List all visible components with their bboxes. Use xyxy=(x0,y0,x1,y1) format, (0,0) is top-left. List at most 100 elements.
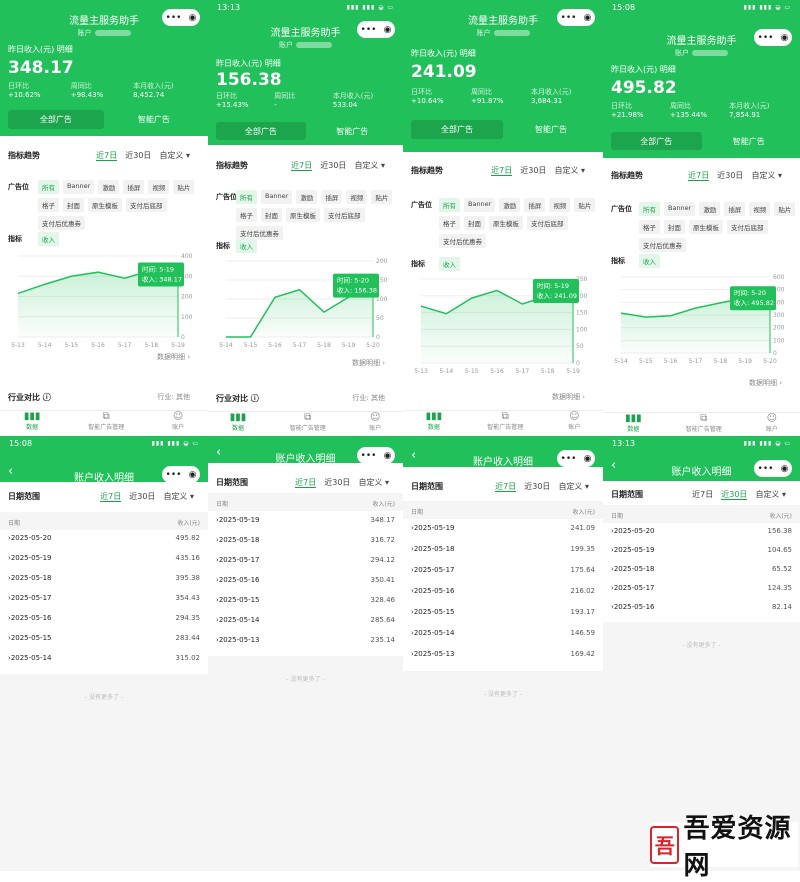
income-row[interactable]: › 2025-05-17 124.35 xyxy=(603,581,800,595)
capsule-menu[interactable]: ••• ◉ xyxy=(162,9,200,26)
placement-chip[interactable]: 支付后底部 xyxy=(126,198,167,212)
placement-chip[interactable]: 支付后优惠券 xyxy=(439,234,486,248)
close-target-icon[interactable]: ◉ xyxy=(384,25,392,35)
income-row[interactable]: › 2025-05-19 104.65 xyxy=(603,543,800,557)
placement-chip[interactable]: 所有 xyxy=(639,202,660,216)
detail-link[interactable]: 明细 xyxy=(460,49,476,58)
placement-chip[interactable]: 原生模板 xyxy=(689,220,723,234)
income-row[interactable]: › 2025-05-15 328.46 xyxy=(208,593,403,607)
range-7d-tab[interactable]: 近7日 xyxy=(495,482,517,492)
range-7d-tab[interactable]: 近7日 xyxy=(295,478,317,488)
range-30d-tab[interactable]: 近30日 xyxy=(324,478,350,487)
placement-chip[interactable]: 插屏 xyxy=(123,180,145,194)
tab-data[interactable]: ▮▮▮ 数据 xyxy=(24,411,41,436)
range-custom-dropdown[interactable]: 自定义 ▾ xyxy=(755,490,786,499)
range-30d-tab[interactable]: 近30日 xyxy=(520,166,546,175)
placement-chip[interactable]: 封面 xyxy=(664,220,685,234)
placement-chip[interactable]: 封面 xyxy=(63,198,84,212)
more-dots-icon[interactable]: ••• xyxy=(561,13,577,23)
range-custom-dropdown[interactable]: 自定义 ▾ xyxy=(163,492,194,501)
placement-chip[interactable]: 视频 xyxy=(749,202,771,216)
industry-value[interactable]: 行业: 其他 xyxy=(157,392,190,402)
tab-data[interactable]: ▮▮▮ 数据 xyxy=(230,412,247,436)
income-row[interactable]: › 2025-05-14 315.02 xyxy=(0,651,208,665)
income-row[interactable]: › 2025-05-15 193.17 xyxy=(403,605,603,619)
tab-data[interactable]: ▮▮▮ 数据 xyxy=(625,413,642,436)
placement-chip[interactable]: 贴片 xyxy=(173,180,195,194)
metric-chip[interactable]: 收入 xyxy=(439,257,460,271)
placement-chip[interactable]: Banner xyxy=(464,198,496,212)
tab-account[interactable]: ☺ 账户 xyxy=(172,411,184,436)
placement-chip[interactable]: 插屏 xyxy=(524,198,546,212)
income-row[interactable]: › 2025-05-16 350.41 xyxy=(208,573,403,587)
income-row[interactable]: › 2025-05-19 435.16 xyxy=(0,551,208,565)
placement-chip[interactable]: 视频 xyxy=(148,180,170,194)
close-target-icon[interactable]: ◉ xyxy=(189,470,197,480)
placement-chip[interactable]: 激励 xyxy=(98,180,120,194)
capsule-menu[interactable]: ••• ◉ xyxy=(357,21,395,38)
data-detail-link[interactable]: 数据明细 › xyxy=(749,378,782,388)
placement-chip[interactable]: Banner xyxy=(261,190,293,204)
placement-chip[interactable]: 插屏 xyxy=(724,202,746,216)
capsule-menu[interactable]: ••• ◉ xyxy=(557,9,595,26)
placement-chip[interactable]: 格子 xyxy=(439,216,460,230)
tab-smart-ads[interactable]: ⧉ 智能广告管理 xyxy=(290,412,326,436)
placement-chip[interactable]: 所有 xyxy=(38,180,59,194)
income-row[interactable]: › 2025-05-13 235.14 xyxy=(208,633,403,647)
range-30d-tab[interactable]: 近30日 xyxy=(717,171,743,180)
close-target-icon[interactable]: ◉ xyxy=(189,13,197,23)
capsule-menu[interactable]: ••• ◉ xyxy=(357,447,395,464)
data-detail-link[interactable]: 数据明细 › xyxy=(552,392,585,402)
data-detail-link[interactable]: 数据明细 › xyxy=(352,358,385,368)
placement-chip[interactable]: 格子 xyxy=(236,208,257,222)
income-row[interactable]: › 2025-05-18 199.35 xyxy=(403,542,603,556)
more-dots-icon[interactable]: ••• xyxy=(361,25,377,35)
detail-link[interactable]: 明细 xyxy=(57,45,73,54)
smart-ads-button[interactable]: 智能广告 xyxy=(507,120,595,139)
placement-chip[interactable]: 原生模板 xyxy=(88,198,122,212)
income-row[interactable]: › 2025-05-19 241.09 xyxy=(403,521,603,535)
smart-ads-button[interactable]: 智能广告 xyxy=(309,122,395,140)
placement-chip[interactable]: 激励 xyxy=(699,202,721,216)
detail-link[interactable]: 明细 xyxy=(660,65,676,74)
placement-chip[interactable]: 支付后底部 xyxy=(527,216,568,230)
placement-chip[interactable]: 所有 xyxy=(236,190,257,204)
placement-chip[interactable]: 封面 xyxy=(464,216,485,230)
income-row[interactable]: › 2025-05-17 354.43 xyxy=(0,591,208,605)
placement-chip[interactable]: 激励 xyxy=(499,198,521,212)
close-target-icon[interactable]: ◉ xyxy=(584,454,592,464)
range-custom-dropdown[interactable]: 自定义 ▾ xyxy=(159,151,190,160)
all-ads-button[interactable]: 全部广告 xyxy=(8,110,104,129)
tab-smart-ads[interactable]: ⧉ 智能广告管理 xyxy=(88,411,124,436)
capsule-menu[interactable]: ••• ◉ xyxy=(754,29,792,46)
placement-chip[interactable]: 支付后底部 xyxy=(727,220,768,234)
placement-chip[interactable]: 支付后优惠券 xyxy=(38,216,85,230)
income-row[interactable]: › 2025-05-17 294.12 xyxy=(208,553,403,567)
industry-value[interactable]: 行业: 其他 xyxy=(352,393,385,403)
income-row[interactable]: › 2025-05-14 146.59 xyxy=(403,626,603,640)
all-ads-button[interactable]: 全部广告 xyxy=(411,120,503,139)
income-row[interactable]: › 2025-05-16 294.35 xyxy=(0,611,208,625)
placement-chip[interactable]: 封面 xyxy=(261,208,282,222)
data-detail-link[interactable]: 数据明细 › xyxy=(157,352,190,362)
more-dots-icon[interactable]: ••• xyxy=(758,464,774,474)
tab-account[interactable]: ☺ 账户 xyxy=(369,412,381,436)
placement-chip[interactable]: Banner xyxy=(664,202,696,216)
close-target-icon[interactable]: ◉ xyxy=(781,464,789,474)
placement-chip[interactable]: 贴片 xyxy=(774,202,796,216)
all-ads-button[interactable]: 全部广告 xyxy=(216,122,306,140)
income-row[interactable]: › 2025-05-15 283.44 xyxy=(0,631,208,645)
more-dots-icon[interactable]: ••• xyxy=(561,454,577,464)
income-row[interactable]: › 2025-05-19 348.17 xyxy=(208,513,403,527)
close-target-icon[interactable]: ◉ xyxy=(584,13,592,23)
placement-chip[interactable]: 支付后底部 xyxy=(324,208,365,222)
range-7d-tab[interactable]: 近7日 xyxy=(688,171,710,181)
range-7d-tab[interactable]: 近7日 xyxy=(100,492,122,502)
income-row[interactable]: › 2025-05-20 156.38 xyxy=(603,524,800,538)
more-dots-icon[interactable]: ••• xyxy=(758,33,774,43)
tab-smart-ads[interactable]: ⧉ 智能广告管理 xyxy=(487,411,523,436)
range-custom-dropdown[interactable]: 自定义 ▾ xyxy=(554,166,585,175)
placement-chip[interactable]: 视频 xyxy=(549,198,571,212)
smart-ads-button[interactable]: 智能广告 xyxy=(705,132,792,150)
capsule-menu[interactable]: ••• ◉ xyxy=(754,460,792,477)
